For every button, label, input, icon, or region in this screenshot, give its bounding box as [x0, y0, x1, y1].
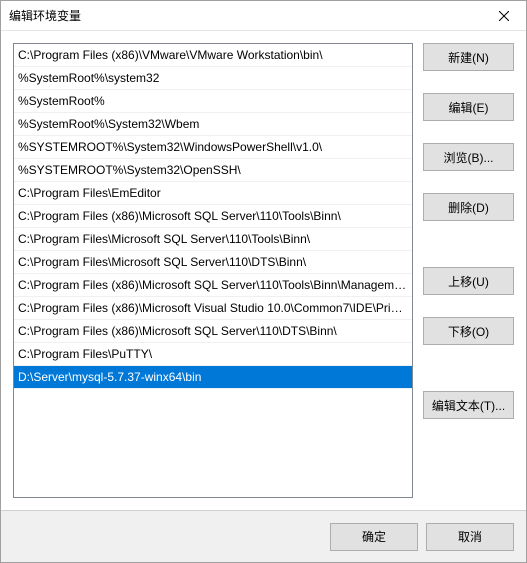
- list-item[interactable]: C:\Program Files (x86)\Microsoft SQL Ser…: [14, 274, 412, 297]
- list-item[interactable]: C:\Program Files\PuTTY\: [14, 343, 412, 366]
- dialog-window: 编辑环境变量 C:\Program Files (x86)\VMware\VMw…: [0, 0, 527, 563]
- dialog-footer: 确定 取消: [1, 510, 526, 562]
- list-item[interactable]: %SystemRoot%\System32\Wbem: [14, 113, 412, 136]
- list-item[interactable]: D:\Server\mysql-5.7.37-winx64\bin: [14, 366, 412, 389]
- close-button[interactable]: [481, 1, 526, 30]
- list-item[interactable]: %SystemRoot%: [14, 90, 412, 113]
- ok-button[interactable]: 确定: [330, 523, 418, 551]
- move-down-button[interactable]: 下移(O): [423, 317, 514, 345]
- list-item[interactable]: C:\Program Files\EmEditor: [14, 182, 412, 205]
- list-item[interactable]: C:\Program Files (x86)\VMware\VMware Wor…: [14, 44, 412, 67]
- edit-button[interactable]: 编辑(E): [423, 93, 514, 121]
- list-item[interactable]: C:\Program Files (x86)\Microsoft SQL Ser…: [14, 205, 412, 228]
- dialog-content: C:\Program Files (x86)\VMware\VMware Wor…: [1, 31, 526, 510]
- move-up-button[interactable]: 上移(U): [423, 267, 514, 295]
- path-listbox[interactable]: C:\Program Files (x86)\VMware\VMware Wor…: [13, 43, 413, 498]
- side-button-panel: 新建(N) 编辑(E) 浏览(B)... 删除(D) 上移(U) 下移(O) 编…: [423, 43, 514, 498]
- list-item[interactable]: C:\Program Files (x86)\Microsoft SQL Ser…: [14, 320, 412, 343]
- list-item[interactable]: %SystemRoot%\system32: [14, 67, 412, 90]
- list-item[interactable]: C:\Program Files (x86)\Microsoft Visual …: [14, 297, 412, 320]
- window-title: 编辑环境变量: [9, 7, 81, 24]
- close-icon: [499, 11, 509, 21]
- list-item[interactable]: C:\Program Files\Microsoft SQL Server\11…: [14, 251, 412, 274]
- delete-button[interactable]: 删除(D): [423, 193, 514, 221]
- list-item[interactable]: C:\Program Files\Microsoft SQL Server\11…: [14, 228, 412, 251]
- list-item[interactable]: %SYSTEMROOT%\System32\WindowsPowerShell\…: [14, 136, 412, 159]
- browse-button[interactable]: 浏览(B)...: [423, 143, 514, 171]
- cancel-button[interactable]: 取消: [426, 523, 514, 551]
- edit-text-button[interactable]: 编辑文本(T)...: [423, 391, 514, 419]
- new-button[interactable]: 新建(N): [423, 43, 514, 71]
- titlebar: 编辑环境变量: [1, 1, 526, 31]
- list-item[interactable]: %SYSTEMROOT%\System32\OpenSSH\: [14, 159, 412, 182]
